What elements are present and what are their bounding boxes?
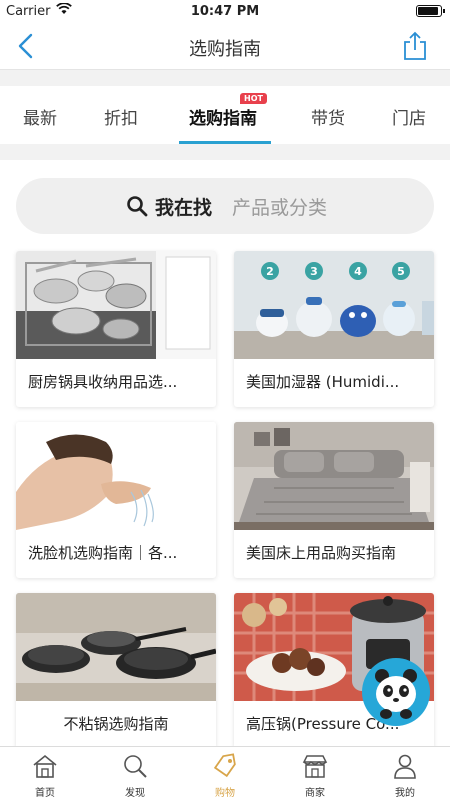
- step-number: 5: [397, 265, 405, 278]
- user-icon: [394, 754, 416, 779]
- bottom-tab-label: 发现: [125, 788, 145, 799]
- step-number: 4: [354, 265, 362, 278]
- tab-discount[interactable]: 折扣: [104, 104, 138, 129]
- hot-badge: HOT: [240, 93, 267, 104]
- category-tabs: 最新 折扣 选购指南 HOT 带货 门店: [0, 86, 450, 144]
- panda-icon: [375, 669, 417, 719]
- bottom-tab-label: 首页: [35, 788, 55, 799]
- search-icon: [126, 195, 148, 217]
- bottom-tab-label: 购物: [215, 788, 235, 799]
- bottom-tab-bar: 首页 发现 购物 商家 我的: [0, 746, 450, 800]
- status-bar: Carrier 10:47 PM: [0, 0, 450, 22]
- tab-latest[interactable]: 最新: [23, 104, 57, 129]
- face-washing-image: [16, 422, 216, 530]
- nav-bar: 选购指南: [0, 22, 450, 70]
- bottom-tab-home[interactable]: 首页: [0, 747, 90, 800]
- search-placeholder: 产品或分类: [232, 197, 328, 219]
- humidifiers-image: 2 3 4 5: [234, 251, 434, 359]
- guide-title: 美国床上用品购买指南: [246, 544, 397, 562]
- guide-title: 不粘锅选购指南: [63, 715, 169, 733]
- shopping-tag-icon: [213, 753, 236, 778]
- guide-card[interactable]: 2 3 4 5 美国加湿器 (Humidi...: [234, 251, 434, 407]
- nonstick-pans-image: [16, 593, 216, 701]
- active-tab-indicator: [179, 141, 271, 144]
- clock: 10:47 PM: [190, 4, 260, 19]
- bottom-tab-merchants[interactable]: 商家: [270, 747, 360, 800]
- guide-card[interactable]: 美国床上用品购买指南: [234, 422, 434, 578]
- battery-icon: [416, 5, 445, 17]
- tab-buying-guide[interactable]: 选购指南: [189, 104, 257, 129]
- kitchen-cookware-image: [16, 251, 216, 359]
- tab-deals[interactable]: 带货: [311, 104, 345, 129]
- guide-card[interactable]: 洗脸机选购指南｜各...: [16, 422, 216, 578]
- step-number: 3: [310, 265, 318, 278]
- panda-assistant-button[interactable]: [362, 658, 430, 726]
- search-bar[interactable]: 我在找 产品或分类: [16, 178, 434, 234]
- page-title: 选购指南: [189, 39, 261, 60]
- bottom-tab-shopping[interactable]: 购物: [180, 747, 270, 800]
- bottom-tab-label: 商家: [305, 788, 325, 799]
- store-icon: [302, 755, 328, 778]
- guide-title: 厨房锅具收纳用品选...: [28, 373, 178, 391]
- search-icon: [124, 755, 147, 778]
- tab-stores[interactable]: 门店: [392, 104, 426, 129]
- bedding-image: [234, 422, 434, 530]
- guide-card[interactable]: 厨房锅具收纳用品选...: [16, 251, 216, 407]
- guide-title: 美国加湿器 (Humidi...: [246, 373, 400, 391]
- home-icon: [33, 754, 57, 778]
- bottom-tab-label: 我的: [395, 788, 415, 799]
- bottom-tab-discover[interactable]: 发现: [90, 747, 180, 800]
- guide-title: 洗脸机选购指南｜各...: [28, 544, 178, 562]
- search-label: 我在找: [155, 197, 213, 219]
- bottom-tab-me[interactable]: 我的: [360, 747, 450, 800]
- step-number: 2: [266, 265, 274, 278]
- share-icon[interactable]: [402, 31, 428, 61]
- guide-card[interactable]: 不粘锅选购指南: [16, 593, 216, 746]
